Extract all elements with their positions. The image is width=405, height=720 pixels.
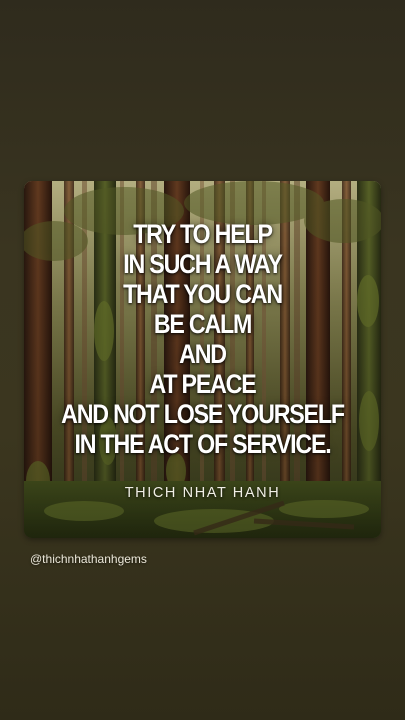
quote-line: AND NOT LOSE YOURSELF bbox=[61, 399, 345, 429]
quote-line: TRY TO HELP bbox=[133, 219, 273, 249]
quote-line: THAT YOU CAN bbox=[123, 279, 283, 309]
quote-image-card[interactable]: TRY TO HELP IN SUCH A WAY THAT YOU CAN B… bbox=[24, 181, 381, 538]
story-frame: TRY TO HELP IN SUCH A WAY THAT YOU CAN B… bbox=[0, 0, 405, 720]
quote-line: BE CALM bbox=[153, 309, 253, 339]
quote-author: THICH NHAT HANH bbox=[124, 485, 281, 501]
quote-line: IN SUCH A WAY bbox=[123, 249, 283, 279]
quote-text: TRY TO HELP IN SUCH A WAY THAT YOU CAN B… bbox=[49, 219, 356, 459]
quote-line: IN THE ACT OF SERVICE. bbox=[74, 429, 331, 459]
quote-line: AND bbox=[179, 339, 227, 369]
quote-line: AT PEACE bbox=[149, 369, 256, 399]
account-mention-tag[interactable]: @thichnhathanhgems bbox=[30, 552, 147, 566]
